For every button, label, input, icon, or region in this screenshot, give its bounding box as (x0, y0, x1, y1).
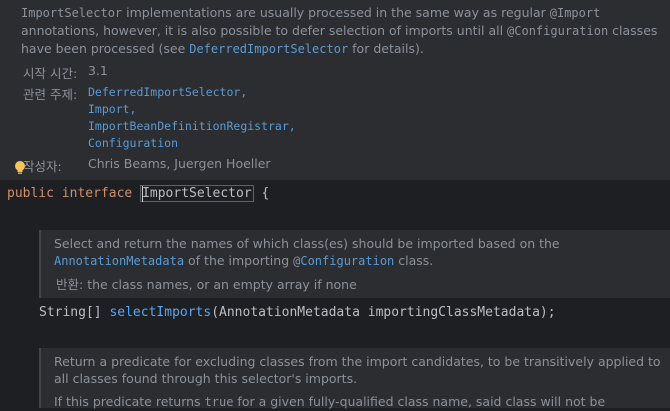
code-configuration: @Configuration (507, 24, 609, 38)
lightbulb-icon[interactable] (14, 160, 26, 176)
method2-desc-line-3: If this predicate returns true for a giv… (54, 393, 670, 411)
see-link-importbeandefinitionregistrar[interactable]: ImportBeanDefinitionRegistrar, (88, 118, 296, 135)
type-javadoc-panel: ImportSelector implementations are usual… (0, 0, 670, 180)
code-true: true (204, 395, 234, 409)
method2-desc-line-2: all classes found through this selector'… (54, 371, 358, 386)
interface-name-text: ImportSelector (142, 186, 252, 201)
method1-desc-line-2: AnnotationMetadata of the importing @Con… (54, 252, 670, 270)
desc-text-1: implementations are usually processed in… (122, 5, 550, 20)
method1-return-type: String[] (39, 305, 102, 320)
method1-desc-end: class. (394, 253, 434, 268)
code-import: @Import (549, 6, 601, 20)
method1-returns: 반환: the class names, or an empty array i… (54, 276, 670, 293)
desc-text-2: annotations, however, it is also possibl… (21, 23, 508, 38)
see-link-import[interactable]: Import, (88, 101, 296, 118)
since-label: 시작 시간: (23, 66, 78, 81)
desc-line-3: have been processed (see DeferredImportS… (21, 40, 666, 58)
link-deferredimportselector[interactable]: DeferredImportSelector (189, 42, 348, 56)
desc-line-2: annotations, however, it is also possibl… (21, 22, 666, 40)
interface-declaration[interactable]: public interface ImportSelector { (7, 184, 269, 204)
keyword-interface: interface (61, 186, 133, 201)
link-annotationmetadata[interactable]: AnnotationMetadata (54, 254, 184, 268)
interface-name[interactable]: ImportSelector (140, 185, 254, 202)
desc-text-2-end: classes (608, 23, 658, 38)
see-list: DeferredImportSelector, Import, ImportBe… (88, 84, 296, 152)
method1-name[interactable]: selectImports (109, 305, 211, 320)
desc-line-1: ImportSelector implementations are usual… (21, 4, 666, 22)
method1-desc-line-1: Select and return the names of which cla… (54, 236, 560, 251)
method2-text-start: If this predicate returns (54, 394, 205, 409)
author-label: 작성자: (23, 159, 62, 174)
returns-label: 반환: (56, 277, 84, 292)
desc-text-3: have been processed (see (21, 41, 190, 56)
method-javadoc-select-imports: Select and return the names of which cla… (39, 230, 670, 298)
code-importselector: ImportSelector (21, 6, 123, 20)
method-javadoc-exclusion-filter: Return a predicate for excluding classes… (39, 348, 670, 411)
open-brace: { (261, 186, 270, 201)
link-configuration[interactable]: Configuration (300, 254, 394, 268)
keyword-public: public (7, 186, 54, 201)
method2-text-end: for a given fully-qualified class name, … (233, 394, 606, 409)
author-value: Chris Beams, Juergen Hoeller (88, 156, 271, 171)
method2-desc-line-1: Return a predicate for excluding classes… (54, 354, 661, 369)
method1-params: (AnnotationMetadata importingClassMetada… (211, 305, 556, 320)
since-value: 3.1 (88, 63, 108, 78)
see-link-configuration[interactable]: Configuration (88, 135, 296, 152)
method-select-imports[interactable]: String[] selectImports(AnnotationMetadat… (39, 303, 556, 323)
see-label: 관련 주제: (23, 87, 78, 102)
method1-desc-mid: of the importing (184, 253, 294, 268)
type-description: ImportSelector implementations are usual… (21, 4, 666, 58)
desc-text-3-end: for details). (348, 41, 424, 56)
returns-value: the class names, or an empty array if no… (83, 277, 357, 292)
see-link-deferredimportselector[interactable]: DeferredImportSelector, (88, 84, 296, 101)
